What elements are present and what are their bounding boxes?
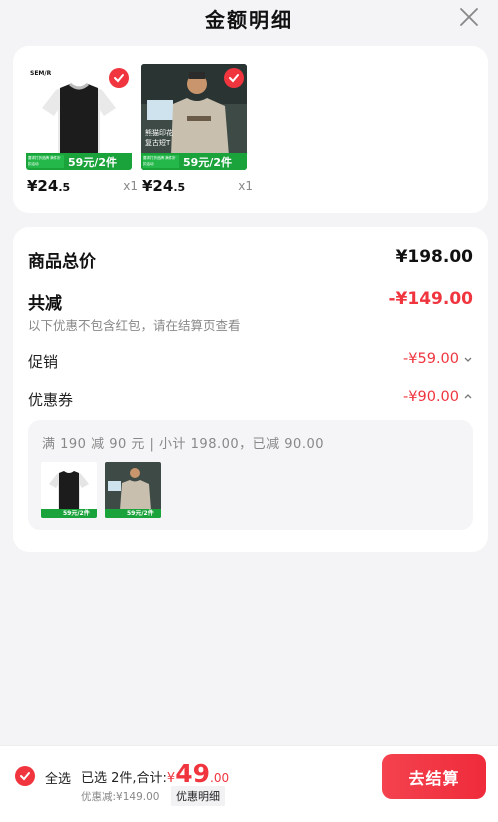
product-item[interactable]: SEM/R 要求打折品牌 满件折扣活动 59元/2件 ¥24.5 x1 [26,64,138,195]
select-all-label[interactable]: 全选 [45,768,71,787]
overlay-text: 熊猫印花 复古短T [145,129,173,147]
discount-summary: 优惠减:¥149.00 [81,791,160,803]
product-price: ¥24.5 [27,177,71,195]
total-label: 商品总价 [28,252,96,272]
price-row: ¥24.5 x1 [141,177,253,197]
product-image[interactable]: SEM/R 要求打折品牌 满件折扣活动 59元/2件 [26,64,132,170]
promo-small-text: 要求打折品牌 满件折扣活动 [28,156,61,166]
promo-value-wrap[interactable]: -¥59.00 [403,351,473,367]
reduce-label: 共减 [28,294,62,314]
bottom-bar: 全选 已选 2件,合计:¥49.00 优惠减:¥149.00 优惠明细 去结算 [0,745,498,822]
promo-value: -¥59.00 [403,351,459,367]
promo-small-text: 要求打折品牌 满件折扣活动 [143,156,176,166]
page-title: 金额明细 [205,8,293,32]
select-all-check-icon[interactable] [15,766,35,786]
mini-product-image: 59元/2件 [41,462,97,518]
checkout-button[interactable]: 去结算 [382,754,486,799]
check-icon[interactable] [109,68,129,88]
product-price: ¥24.5 [142,177,186,195]
reduce-value: -¥149.00 [388,289,474,309]
product-image[interactable]: 熊猫印花 复古短T 要求打折品牌 满件折扣活动 59元/2件 [141,64,247,170]
total-row: 商品总价 ¥198.00 [28,247,473,272]
total-summary: 已选 2件,合计:¥49.00 [81,759,229,788]
reduce-row: 共减 -¥149.00 [28,289,474,314]
promo-row[interactable]: 促销 -¥59.00 [28,351,473,373]
coupon-detail-box: 满 190 减 90 元 | 小计 198.00，已减 90.00 59元/2件… [28,420,473,530]
discount-detail-link[interactable]: 优惠明细 [171,786,225,806]
mini-promo-badge: 59元/2件 [63,510,90,517]
close-icon[interactable] [458,6,480,28]
note-row: 以下优惠不包含红包，请在结算页查看 [28,315,473,333]
chevron-up-icon [464,394,472,399]
currency-symbol: ¥ [166,771,176,786]
promo-badge: 59元/2件 [68,156,117,169]
promo-label: 促销 [28,353,59,371]
coupon-value: -¥90.00 [403,389,459,405]
brand-label: SEM/R [30,70,52,77]
mini-promo-badge: 59元/2件 [127,510,154,517]
selected-count-text: 已选 2件,合计: [81,771,167,786]
total-amount-dec: .00 [210,771,230,785]
mini-product-image: 59元/2件 [105,462,161,518]
product-card: SEM/R 要求打折品牌 满件折扣活动 59元/2件 ¥24.5 x1 熊猫印花… [13,46,488,213]
product-item[interactable]: 熊猫印花 复古短T 要求打折品牌 满件折扣活动 59元/2件 ¥24.5 x1 [141,64,253,195]
price-detail-card: 商品总价 ¥198.00 共减 -¥149.00 以下优惠不包含红包，请在结算页… [13,227,488,552]
product-qty: x1 [238,179,253,193]
price-row: ¥24.5 x1 [26,177,138,197]
product-qty: x1 [123,179,138,193]
total-value: ¥198.00 [395,247,473,267]
coupon-value-wrap[interactable]: -¥90.00 [403,389,473,405]
promo-badge: 59元/2件 [183,156,232,169]
coupon-detail-text: 满 190 减 90 元 | 小计 198.00，已减 90.00 [42,437,324,452]
coupon-label: 优惠券 [28,391,74,409]
coupon-row[interactable]: 优惠券 -¥90.00 [28,389,473,411]
total-amount-int: 49 [175,759,210,788]
header: 金额明细 [0,0,498,38]
check-icon[interactable] [224,68,244,88]
chevron-down-icon [464,357,472,362]
discount-note: 以下优惠不包含红包，请在结算页查看 [28,318,241,333]
